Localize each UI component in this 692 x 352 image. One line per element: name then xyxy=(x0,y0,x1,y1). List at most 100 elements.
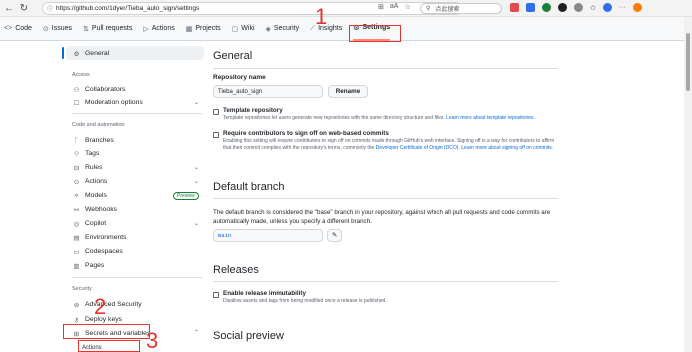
sidebar-item-tags[interactable]: ⬦ Tags xyxy=(72,148,99,159)
annotation-box-actions xyxy=(78,340,140,352)
extension-dark-icon[interactable] xyxy=(558,3,567,12)
annotation-number-3: 3 xyxy=(146,328,159,352)
rename-button[interactable]: Rename xyxy=(328,85,368,98)
codescan-icon: ⊚ xyxy=(73,301,80,309)
chevron-down-icon[interactable]: ⌄ xyxy=(194,99,199,106)
sidebar-item-label: Tags xyxy=(85,150,100,157)
url-text: https://github.com/1dyer/Tieba_auto_sign… xyxy=(56,5,200,12)
read-aloud-icon[interactable]: aA xyxy=(390,3,399,11)
repo-navigation: <> Code ⊙ Issues ⇅ Pull requests ▷ Actions ▦… xyxy=(0,17,692,41)
chevron-up-icon[interactable]: ⌃ xyxy=(194,329,199,336)
sidebar-item-label: Actions xyxy=(85,178,108,185)
comment-icon: ☐ xyxy=(73,99,80,107)
template-desc-text: Template repositories let users generate… xyxy=(223,115,447,121)
sidebar-item-branches[interactable]: ᚴ Branches xyxy=(72,135,114,146)
split-screen-icon[interactable]: ⊞ xyxy=(378,3,384,11)
browser-search-box[interactable]: ⚲ 点此搜索 xyxy=(420,3,502,14)
extension-download-icon[interactable] xyxy=(526,3,535,12)
site-info-icon[interactable]: ⓘ xyxy=(47,4,53,13)
sidebar-item-pages[interactable]: ▥ Pages xyxy=(72,260,104,271)
sidebar-item-models[interactable]: ⟡ Models xyxy=(72,190,107,201)
annotation-number-2: 2 xyxy=(94,294,107,319)
shield-icon: ◈ xyxy=(265,25,271,33)
browser-icon: ▥ xyxy=(73,262,80,270)
sidebar-section-access: Access xyxy=(72,72,90,78)
sidebar-item-actions[interactable]: ⊙ Actions xyxy=(72,176,108,187)
more-menu-icon[interactable]: ··· xyxy=(619,4,626,11)
copilot-browser-icon[interactable] xyxy=(632,3,642,12)
signoff-learn-more-link[interactable]: Learn more about signing off on commits. xyxy=(461,145,553,151)
search-placeholder: 点此搜索 xyxy=(435,7,460,13)
sidebar-item-label: Copilot xyxy=(85,220,107,227)
tab-code[interactable]: <> Code xyxy=(4,17,32,41)
search-icon: ⚲ xyxy=(426,6,431,12)
favorite-star-icon[interactable]: ☆ xyxy=(404,3,410,11)
sidebar-item-label: Collaborators xyxy=(85,86,126,93)
pull-request-icon: ⇅ xyxy=(83,25,89,33)
edit-branch-button[interactable]: ✎ xyxy=(327,229,342,242)
section-divider xyxy=(213,281,558,282)
template-repository-title: Template repository xyxy=(223,107,283,114)
people-icon: ⚇ xyxy=(73,86,80,94)
tab-label: Issues xyxy=(51,25,73,32)
extension-green-icon[interactable] xyxy=(542,3,551,12)
favorites-icon[interactable]: ✩ xyxy=(590,4,596,12)
chevron-down-icon[interactable]: ⌄ xyxy=(194,220,199,227)
sidebar-item-codespaces[interactable]: ▭ Codespaces xyxy=(72,246,122,257)
tab-wiki[interactable]: ▢ Wiki xyxy=(232,17,255,41)
profile-avatar[interactable] xyxy=(602,3,612,12)
sidebar-item-moderation[interactable]: ☐ Moderation options xyxy=(72,97,143,108)
sidebar-item-copilot[interactable]: ◎ Copilot xyxy=(72,218,107,229)
rules-icon: ⊟ xyxy=(73,164,80,172)
branch-icon: ᚴ xyxy=(74,137,79,144)
chevron-down-icon[interactable]: ⌄ xyxy=(194,164,199,171)
sidebar-item-general[interactable]: ⚙ General xyxy=(72,48,110,59)
template-repository-checkbox[interactable] xyxy=(213,109,219,115)
refresh-icon[interactable]: ↻ xyxy=(18,1,30,15)
sidebar-item-label: Branches xyxy=(85,137,114,144)
sidebar-item-label: Webhooks xyxy=(85,206,117,213)
sidebar-item-webhooks[interactable]: ⚯ Webhooks xyxy=(72,204,117,215)
copilot-icon: ◎ xyxy=(73,220,80,228)
sidebar-section-code: Code and automation xyxy=(72,122,125,128)
sidebar-selected-indicator xyxy=(62,47,64,59)
page-title: General xyxy=(213,50,253,62)
tab-actions[interactable]: ▷ Actions xyxy=(143,17,174,41)
play-icon: ⊙ xyxy=(73,178,80,186)
default-branch-value: main xyxy=(213,229,323,242)
release-immutability-checkbox[interactable] xyxy=(213,292,219,298)
tab-label: Security xyxy=(273,25,300,32)
release-immutability-title: Enable release immutability xyxy=(223,290,306,297)
releases-title: Releases xyxy=(213,264,259,276)
webhook-icon: ⚯ xyxy=(73,206,80,214)
back-icon[interactable]: ← xyxy=(3,1,15,15)
section-divider xyxy=(213,68,558,69)
annotation-box-settings xyxy=(349,25,401,42)
code-icon: <> xyxy=(4,25,13,32)
sidebar-item-label: Models xyxy=(85,192,107,199)
chevron-down-icon[interactable]: ⌄ xyxy=(194,178,199,185)
tab-projects[interactable]: ▦ Projects xyxy=(186,17,221,41)
table-icon: ▦ xyxy=(185,25,193,33)
key-icon: ⚷ xyxy=(74,316,79,324)
sidebar-item-label: Environments xyxy=(85,234,127,241)
scrollbar-thumb[interactable] xyxy=(686,33,690,91)
signoff-checkbox[interactable] xyxy=(213,132,219,138)
annotation-box-secrets xyxy=(63,324,150,339)
extension-red-icon[interactable] xyxy=(510,3,519,12)
sidebar-item-environments[interactable]: ▤ Environments xyxy=(72,232,127,243)
repo-name-input[interactable]: Tieba_auto_sign xyxy=(213,85,323,98)
gear-icon: ⚙ xyxy=(73,50,80,58)
sidebar-item-rules[interactable]: ⊟ Rules xyxy=(72,162,103,173)
extension-gear-icon[interactable] xyxy=(574,3,583,12)
sidebar-item-advanced-security[interactable]: ⊚ Advanced Security xyxy=(72,299,142,310)
tab-security[interactable]: ◈ Security xyxy=(266,17,300,41)
sidebar-item-collaborators[interactable]: ⚇ Collaborators xyxy=(72,84,126,95)
sidebar-item-label: General xyxy=(85,50,110,57)
dco-link[interactable]: Developer Certificate of Origin (DCO) xyxy=(376,145,459,151)
template-learn-more-link[interactable]: Learn more about template repositories. xyxy=(446,115,535,121)
signoff-desc: Enabling this setting will require contr… xyxy=(223,138,563,151)
tab-pull-requests[interactable]: ⇅ Pull requests xyxy=(83,17,132,41)
server-icon: ▤ xyxy=(73,234,80,242)
tab-issues[interactable]: ⊙ Issues xyxy=(43,17,72,41)
